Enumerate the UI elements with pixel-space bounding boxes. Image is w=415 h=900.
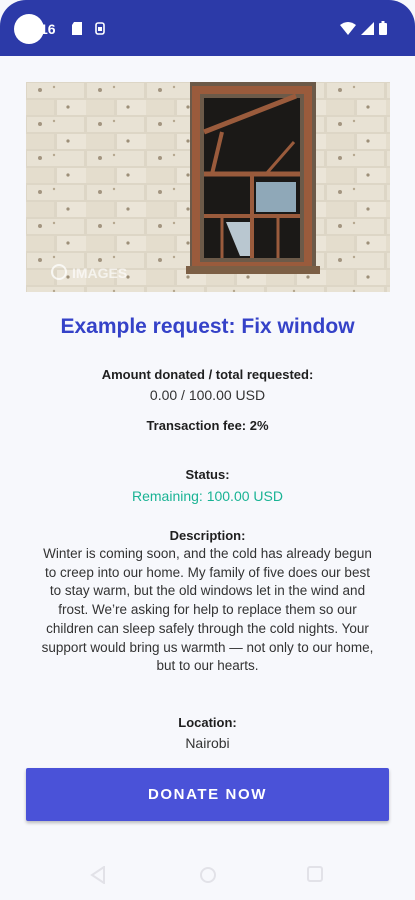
description-label: Description: (169, 528, 246, 543)
watermark-text: IMAGES (72, 265, 127, 281)
location-label: Location: (178, 715, 237, 730)
navigation-bar (0, 854, 415, 900)
request-photo: IMAGES (26, 82, 390, 292)
transaction-fee: Transaction fee: 2% (146, 418, 269, 433)
amount-label: Amount donated / total requested: (101, 367, 314, 382)
signal-icon (361, 21, 374, 40)
battery-icon (379, 21, 387, 40)
recents-icon[interactable] (307, 866, 323, 887)
amount-value: 0.00 / 100.00 USD (149, 387, 266, 403)
status-label: Status: (185, 467, 230, 482)
home-icon[interactable] (199, 866, 217, 889)
sd-card-icon (72, 22, 82, 40)
status-bar: 16 (0, 0, 415, 56)
sim-icon (95, 22, 105, 40)
status-time: 16 (40, 21, 56, 37)
description-text: Winter is coming soon, and the cold has … (41, 546, 374, 674)
donate-now-button[interactable]: DONATE NOW (26, 768, 389, 821)
back-icon[interactable] (90, 865, 106, 889)
status-value: Remaining: 100.00 USD (132, 488, 283, 504)
wifi-icon (340, 21, 356, 40)
location-value: Nairobi (185, 735, 230, 751)
request-title: Example request: Fix window (60, 315, 355, 338)
